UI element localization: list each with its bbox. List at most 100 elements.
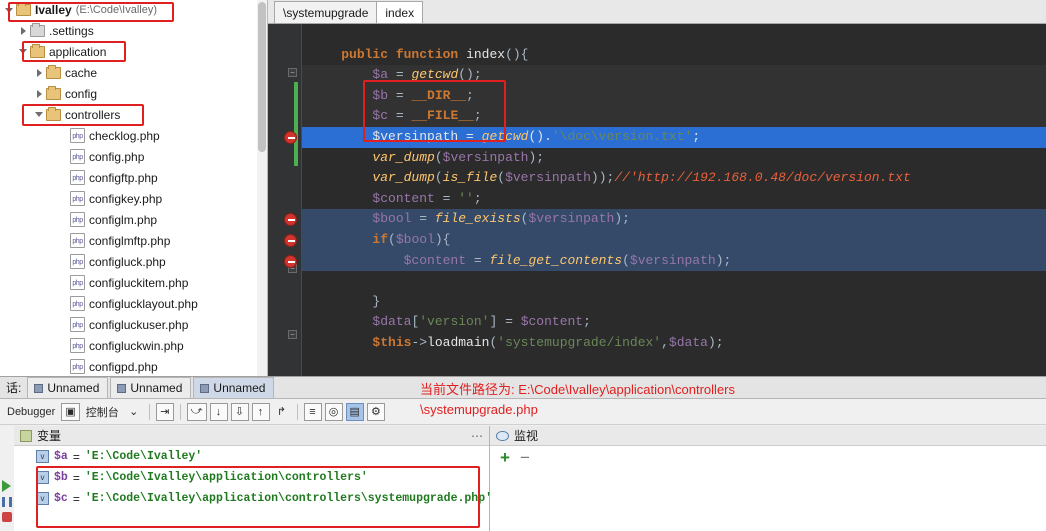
add-watch-button[interactable]: + bbox=[500, 449, 510, 466]
tab-console[interactable]: 控制台 bbox=[83, 403, 122, 421]
code-line[interactable]: $a = getcwd(); bbox=[302, 65, 1046, 86]
chevron-down-icon[interactable] bbox=[16, 41, 30, 62]
tree-item-label: controllers bbox=[65, 107, 121, 122]
code-line[interactable]: $c = __FILE__; bbox=[302, 106, 1046, 127]
remove-watch-button[interactable]: − bbox=[520, 449, 530, 466]
tree-root-label: Ivalley bbox=[35, 3, 72, 17]
mute-breakpoints-icon[interactable]: ◎ bbox=[324, 402, 343, 421]
project-tree-panel[interactable]: Ivalley (E:\Code\Ivalley) .settings appli… bbox=[0, 0, 268, 376]
chevron-right-icon[interactable] bbox=[16, 20, 30, 41]
code-line[interactable]: $versinpath = getcwd().'\doc\version.txt… bbox=[302, 126, 1046, 148]
code-line[interactable]: var_dump($versinpath); bbox=[302, 148, 1046, 169]
code-line[interactable]: if($bool){ bbox=[302, 229, 1046, 251]
code-line[interactable]: $bool = file_exists($versinpath); bbox=[302, 209, 1046, 230]
step-over-icon[interactable]: ⤻ bbox=[186, 402, 207, 421]
step-out-icon[interactable]: ↑ bbox=[251, 402, 270, 421]
tree-item-configlm-php[interactable]: php configlm.php bbox=[0, 209, 267, 230]
evaluate-expression-icon[interactable]: ≡ bbox=[303, 402, 322, 421]
chevron-down-icon[interactable] bbox=[32, 104, 46, 125]
tree-item-cache[interactable]: cache bbox=[0, 62, 267, 83]
tree-item-checklog-php[interactable]: php checklog.php bbox=[0, 125, 267, 146]
fold-marker-icon[interactable]: − bbox=[288, 68, 297, 77]
variable-equals: = bbox=[72, 470, 80, 485]
tree-item-label: checklog.php bbox=[89, 128, 160, 143]
breakpoint-icon[interactable] bbox=[284, 131, 297, 144]
console-icon[interactable]: ▣ bbox=[61, 402, 80, 421]
code-line[interactable]: $b = __DIR__; bbox=[302, 85, 1046, 107]
code-line[interactable]: $content = file_get_contents($versinpath… bbox=[302, 250, 1046, 272]
tree-rows[interactable]: .settings application cache config controlle… bbox=[0, 20, 267, 376]
code-line[interactable]: $this->loadmain('systemupgrade/index',$d… bbox=[302, 333, 1046, 354]
variable-rows[interactable]: v $a = 'E:\Code\Ivalley' v $b = 'E:\Code\Ivalle… bbox=[14, 446, 492, 509]
chevron-down-icon[interactable] bbox=[2, 0, 16, 21]
tree-item-configluckwin-php[interactable]: php configluckwin.php bbox=[0, 335, 267, 356]
editor-gutter[interactable]: − − − bbox=[268, 24, 302, 376]
tree-item-configkey-php[interactable]: php configkey.php bbox=[0, 188, 267, 209]
settings-icon[interactable]: ⚙ bbox=[366, 402, 385, 421]
editor-tab-index[interactable]: index bbox=[376, 1, 424, 23]
variable-name: $c bbox=[54, 492, 68, 505]
session-tab-unnamed-1[interactable]: Unnamed bbox=[27, 377, 109, 398]
tree-item-configluck-php[interactable]: php configluck.php bbox=[0, 251, 267, 272]
pane-menu-icon[interactable]: ⋯ bbox=[471, 429, 483, 443]
tree-item-configlmftp-php[interactable]: php configlmftp.php bbox=[0, 230, 267, 251]
watch-pane[interactable]: 监视 + − bbox=[490, 426, 1046, 531]
variable-row[interactable]: v $a = 'E:\Code\Ivalley' bbox=[14, 446, 489, 467]
tab-debugger[interactable]: Debugger bbox=[4, 403, 58, 421]
breakpoint-icon[interactable] bbox=[284, 254, 297, 268]
code-token: ( bbox=[388, 231, 396, 247]
force-step-into-icon[interactable]: ⇩ bbox=[230, 402, 249, 421]
code-token: ; bbox=[473, 108, 482, 124]
tree-item-configluckuser-php[interactable]: php configluckuser.php bbox=[0, 314, 267, 335]
resume-program-icon[interactable] bbox=[2, 480, 11, 492]
run-to-cursor-icon[interactable]: ↱ bbox=[273, 403, 291, 421]
code-line[interactable]: $data['version'] = $content; bbox=[302, 312, 1046, 333]
tree-item-label: configftp.php bbox=[89, 170, 158, 185]
show-execution-point-icon[interactable]: ⇥ bbox=[155, 402, 174, 421]
tree-item-configftp-php[interactable]: php configftp.php bbox=[0, 167, 267, 188]
session-tab-unnamed-2[interactable]: Unnamed bbox=[110, 377, 192, 398]
tree-item-config[interactable]: config bbox=[0, 83, 267, 104]
variables-pane[interactable]: 变量 ⋯ v $a = 'E:\Code\Ivalley' v $b = 'E:\Code\I… bbox=[14, 426, 492, 531]
debug-left-rail[interactable] bbox=[0, 475, 14, 531]
code-token: $data bbox=[668, 334, 708, 350]
editor-tab-systemupgrade[interactable]: \systemupgrade bbox=[274, 1, 378, 23]
tree-item-configlucklayout-php[interactable]: php configlucklayout.php bbox=[0, 293, 267, 314]
code-line[interactable] bbox=[302, 271, 1046, 292]
tree-item-application[interactable]: application bbox=[0, 41, 267, 62]
view-breakpoints-icon[interactable]: ▤ bbox=[345, 402, 364, 421]
breakpoint-icon[interactable] bbox=[284, 213, 297, 227]
code-line[interactable]: var_dump(is_file($versinpath));//'http:/… bbox=[302, 168, 1046, 189]
code-line[interactable]: } bbox=[302, 292, 1046, 313]
code-line[interactable] bbox=[302, 24, 1046, 45]
php-file-icon: php bbox=[70, 275, 85, 290]
tree-item-controllers[interactable]: controllers bbox=[0, 104, 267, 125]
fold-marker-icon[interactable]: − bbox=[288, 330, 297, 339]
session-tab-unnamed-3[interactable]: Unnamed bbox=[193, 377, 275, 398]
tree-item-configluckitem-php[interactable]: php configluckitem.php bbox=[0, 272, 267, 293]
code-line[interactable]: public function index(){ bbox=[302, 45, 1046, 66]
chevron-down-icon[interactable]: ⌄ bbox=[125, 403, 143, 421]
tree-vscrollbar[interactable] bbox=[257, 0, 267, 376]
variable-row[interactable]: v $c = 'E:\Code\Ivalley\application\control… bbox=[14, 488, 492, 509]
code-line[interactable]: $content = ''; bbox=[302, 189, 1046, 210]
tree-item--settings[interactable]: .settings bbox=[0, 20, 267, 41]
tree-item-config-php[interactable]: php config.php bbox=[0, 146, 267, 167]
watch-toolbar[interactable]: + − bbox=[490, 446, 1046, 468]
variable-row[interactable]: v $b = 'E:\Code\Ivalley\application\control… bbox=[14, 467, 489, 488]
stop-program-icon[interactable] bbox=[2, 512, 12, 522]
breakpoint-icon[interactable] bbox=[284, 234, 297, 247]
step-into-icon[interactable]: ↓ bbox=[209, 402, 228, 421]
tree-item-configpd-php[interactable]: php configpd.php bbox=[0, 356, 267, 376]
pause-program-icon[interactable] bbox=[2, 497, 12, 507]
code-token: , bbox=[661, 334, 669, 350]
tree-root-row[interactable]: Ivalley (E:\Code\Ivalley) bbox=[0, 0, 267, 20]
chevron-right-icon[interactable] bbox=[32, 83, 46, 104]
code-token: -> bbox=[411, 334, 428, 350]
chevron-right-icon[interactable] bbox=[32, 62, 46, 83]
code-editor-area[interactable]: public function index(){ $a = getcwd(); … bbox=[302, 24, 1046, 376]
editor-tabbar[interactable]: \systemupgrade index bbox=[268, 0, 1046, 24]
